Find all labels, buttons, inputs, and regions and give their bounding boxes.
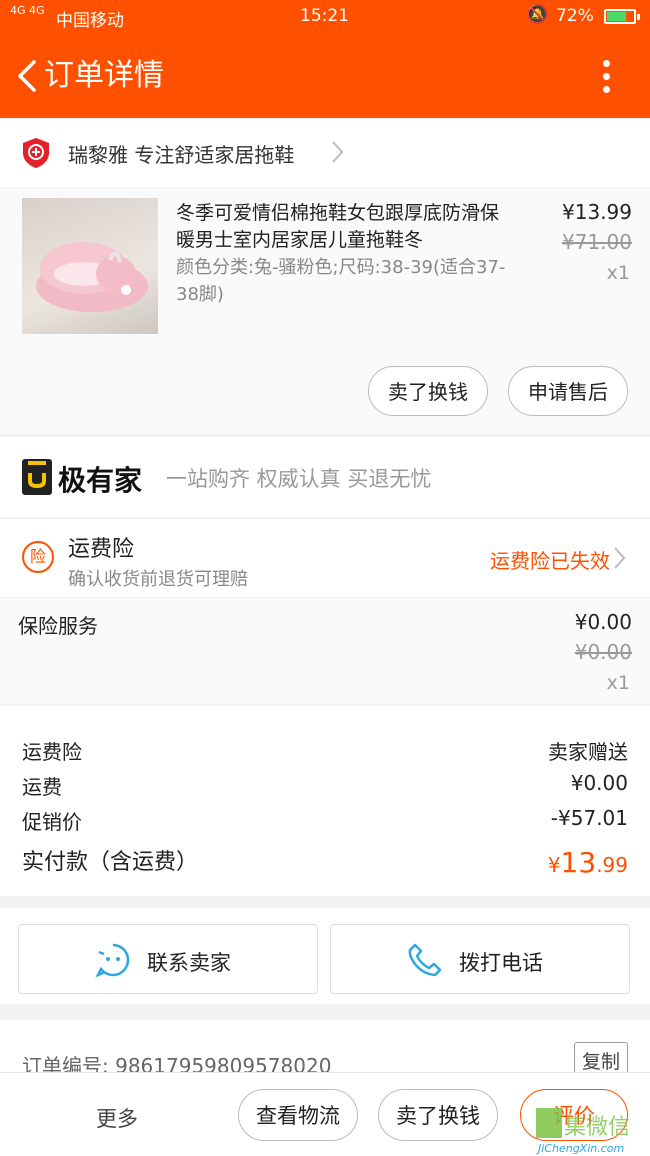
battery-percent: 72% [556, 6, 594, 26]
jiyoujia-banner: 极有家 一站购齐 权威认真 买退无忧 [0, 437, 650, 517]
view-logistics-button[interactable]: 查看物流 [238, 1089, 358, 1141]
total-amount: ¥13.99 [547, 846, 628, 879]
summary-value: -¥57.01 [550, 806, 628, 830]
shop-shield-icon [23, 138, 49, 168]
nav-bar: 订单详情 [0, 34, 650, 118]
phone-icon [408, 943, 442, 977]
insurance-status: 运费险已失效 [490, 549, 610, 573]
product-thumbnail[interactable] [22, 198, 158, 334]
sell-for-cash-button[interactable]: 卖了换钱 [368, 366, 488, 416]
insurance-subtitle: 确认收货前退货可理赔 [68, 569, 248, 590]
status-bar: 4G 4G 中国移动 15:21 🔕 72% [0, 0, 650, 34]
product-quantity: x1 [606, 262, 630, 284]
summary-value: 卖家赠送 [548, 740, 628, 764]
back-arrow-icon[interactable] [10, 56, 46, 96]
summary-row: 运费险 卖家赠送 [22, 736, 628, 765]
battery-fill [607, 12, 626, 21]
jiyoujia-slogan: 一站购齐 权威认真 买退无忧 [166, 467, 432, 491]
shop-row[interactable]: 瑞黎雅 专注舒适家居拖鞋 [0, 119, 650, 187]
insurance-title: 运费险 [68, 537, 135, 562]
product-original-price: ¥71.00 [562, 230, 632, 254]
service-quantity: x1 [606, 672, 630, 694]
summary-label: 促销价 [22, 810, 82, 834]
order-info: 订单编号: 98617959809578020 复制 [0, 1020, 650, 1082]
product-item[interactable]: 冬季可爱情侣棉拖鞋女包跟厚底防滑保暖男士室内居家居儿童拖鞋冬 颜色分类:兔-骚粉… [0, 188, 650, 434]
contact-seller-label: 联系卖家 [147, 951, 231, 975]
watermark-logo: 集微信 JiChengXin.com [536, 1108, 630, 1155]
clock: 15:21 [300, 6, 349, 26]
battery-icon [604, 9, 640, 24]
product-spec: 颜色分类:兔-骚粉色;尺码:38-39(适合37-38脚) [176, 257, 506, 305]
jiyoujia-logo-icon [22, 459, 52, 495]
after-sales-button[interactable]: 申请售后 [508, 366, 628, 416]
chat-bubble-icon [95, 943, 130, 978]
summary-value: ¥0.00 [570, 771, 628, 795]
summary-label: 运费 [22, 775, 62, 799]
freight-insurance-row[interactable]: 险 运费险 确认收货前退货可理赔 运费险已失效 [0, 519, 650, 597]
insurance-badge-icon: 险 [22, 541, 54, 573]
mute-bell-icon: 🔕 [526, 4, 549, 25]
svg-text:JiChengXin.com: JiChengXin.com [536, 1142, 624, 1155]
service-original-price: ¥0.00 [574, 640, 632, 664]
shop-name: 瑞黎雅 专注舒适家居拖鞋 [68, 143, 295, 167]
total-row: 实付款（含运费） ¥13.99 [22, 844, 628, 879]
product-title[interactable]: 冬季可爱情侣棉拖鞋女包跟厚底防滑保暖男士室内居家居儿童拖鞋冬 [176, 200, 516, 254]
call-phone-button[interactable]: 拨打电话 [330, 924, 630, 994]
contact-section: 联系卖家 拨打电话 [0, 908, 650, 1004]
service-label: 保险服务 [18, 614, 98, 638]
chevron-right-icon [614, 547, 626, 569]
signal-icon: 4G 4G [10, 4, 45, 17]
call-phone-label: 拨打电话 [459, 951, 543, 975]
carrier-name: 中国移动 [56, 11, 124, 31]
insurance-service-item: 保险服务 ¥0.00 ¥0.00 x1 [0, 598, 650, 704]
summary-row: 运费 ¥0.00 [22, 771, 628, 800]
summary-label: 运费险 [22, 740, 82, 764]
chevron-right-icon [332, 141, 344, 163]
summary-row: 促销价 -¥57.01 [22, 806, 628, 835]
jiyoujia-brand: 极有家 [58, 464, 143, 497]
svg-text:集微信: 集微信 [564, 1115, 630, 1140]
more-button[interactable]: 更多 [96, 1103, 138, 1133]
sell-for-cash-bottom-button[interactable]: 卖了换钱 [378, 1089, 498, 1141]
service-price: ¥0.00 [574, 610, 632, 634]
more-menu-icon[interactable] [592, 56, 622, 96]
page-title: 订单详情 [44, 58, 164, 93]
product-price: ¥13.99 [562, 200, 632, 224]
total-label: 实付款（含运费） [22, 850, 199, 875]
contact-seller-button[interactable]: 联系卖家 [18, 924, 318, 994]
price-summary: 运费险 卖家赠送 运费 ¥0.00 促销价 -¥57.01 实付款（含运费） ¥… [0, 706, 650, 896]
